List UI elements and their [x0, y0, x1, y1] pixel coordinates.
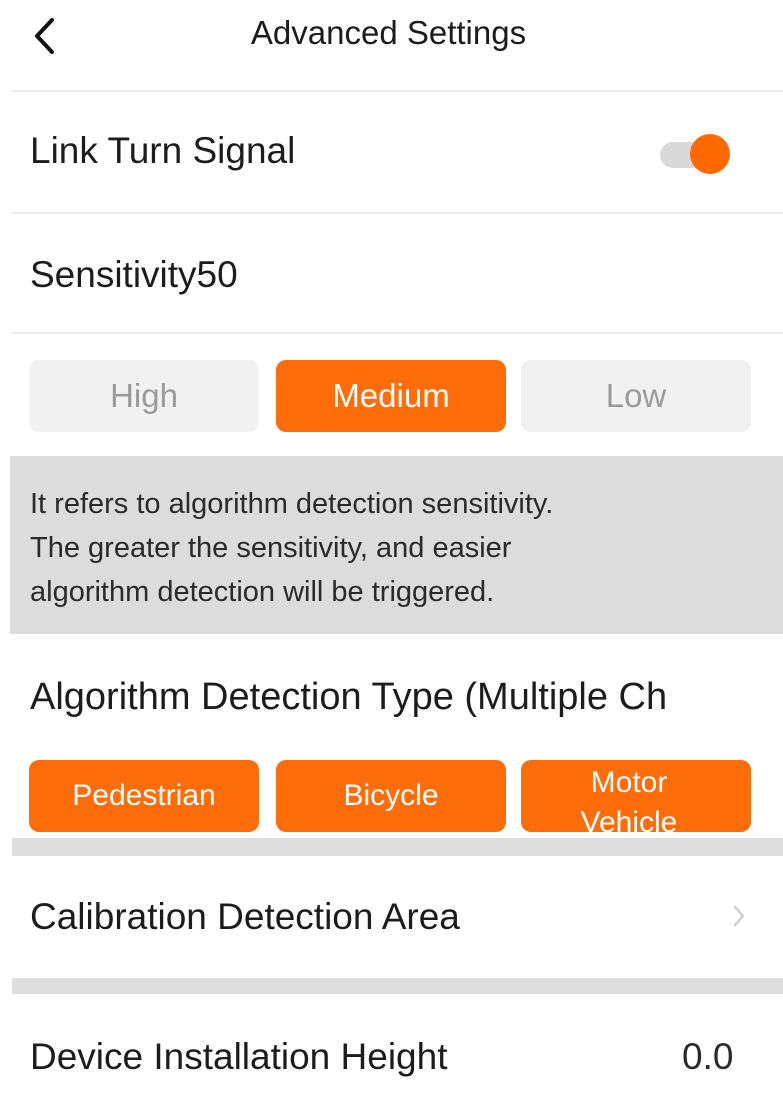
toggle-knob: [690, 134, 730, 174]
row-divider: [12, 332, 783, 334]
detection-type-bicycle-button[interactable]: Bicycle: [276, 760, 506, 832]
header-bar: Advanced Settings: [0, 0, 783, 90]
chevron-right-icon: [733, 905, 745, 927]
section-separator: [12, 838, 783, 856]
device-installation-height-value[interactable]: 0.0: [682, 1036, 733, 1078]
page-title: Advanced Settings: [250, 14, 527, 51]
motor-vehicle-label: Motor Vehicle: [580, 766, 678, 832]
description-line: algorithm detection will be triggered.: [30, 576, 495, 608]
sensitivity-label: Sensitivity50: [30, 254, 238, 295]
device-installation-height-label: Device Installation Height: [30, 1036, 448, 1077]
sensitivity-high-button[interactable]: High: [29, 360, 259, 432]
calibration-detection-area-label: Calibration Detection Area: [30, 896, 460, 937]
description-line: It refers to algorithm detection sensiti…: [30, 488, 554, 520]
description-line: The greater the sensitivity, and easier: [30, 532, 512, 564]
detection-type-pedestrian-button[interactable]: Pedestrian: [29, 760, 259, 832]
detection-type-motor-vehicle-button[interactable]: Motor Vehicle: [521, 760, 751, 832]
header-divider: [12, 90, 783, 92]
row-divider: [12, 212, 783, 214]
link-turn-signal-toggle[interactable]: [660, 134, 734, 174]
detection-type-label: Algorithm Detection Type (Multiple Ch: [30, 676, 668, 718]
sensitivity-low-button[interactable]: Low: [521, 360, 751, 432]
link-turn-signal-label: Link Turn Signal: [30, 130, 296, 171]
section-separator: [12, 978, 783, 994]
sensitivity-description-box: It refers to algorithm detection sensiti…: [10, 456, 783, 634]
sensitivity-medium-button[interactable]: Medium: [276, 360, 506, 432]
